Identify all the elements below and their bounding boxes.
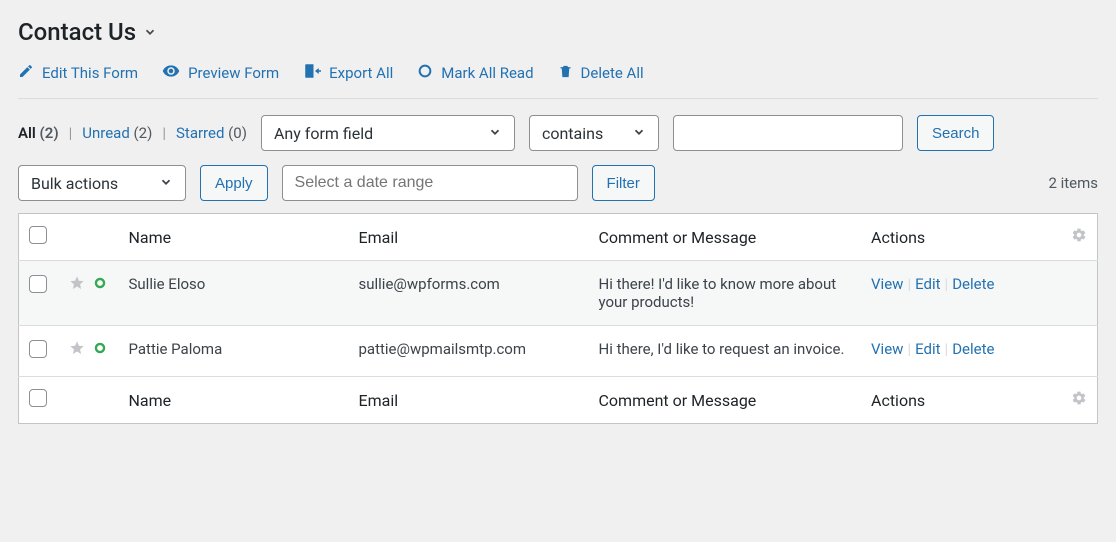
delete-all-link[interactable]: Delete All	[558, 62, 644, 84]
bulk-actions-value: Bulk actions	[31, 174, 118, 193]
col-email[interactable]: Email	[349, 214, 589, 261]
view-link[interactable]: View	[871, 340, 903, 358]
filter-all-count: (2)	[40, 124, 59, 142]
field-select-value: Any form field	[274, 124, 373, 143]
trash-icon	[558, 64, 573, 83]
items-count: 2 items	[1048, 174, 1098, 192]
select-all-checkbox-footer[interactable]	[29, 389, 47, 407]
separator: |	[162, 124, 166, 142]
chevron-down-icon	[488, 124, 502, 143]
view-link[interactable]: View	[871, 275, 903, 293]
entry-comment: Hi there! I'd like to know more about yo…	[589, 261, 862, 326]
entry-comment: Hi there, I'd like to request an invoice…	[589, 326, 862, 377]
delete-all-label: Delete All	[581, 64, 644, 82]
row-checkbox[interactable]	[29, 340, 47, 358]
mark-all-read-link[interactable]: Mark All Read	[417, 62, 533, 84]
filter-starred[interactable]: Starred (0)	[176, 124, 247, 142]
star-icon[interactable]	[69, 275, 85, 295]
bulk-actions-select[interactable]: Bulk actions	[18, 165, 186, 201]
entry-email: pattie@wpmailsmtp.com	[349, 326, 589, 377]
col-comment-footer[interactable]: Comment or Message	[589, 377, 862, 424]
condition-value: contains	[542, 124, 603, 143]
apply-button[interactable]: Apply	[200, 165, 268, 201]
gear-icon[interactable]	[1071, 228, 1087, 247]
chevron-down-icon	[632, 124, 646, 143]
unread-indicator-icon[interactable]	[93, 341, 107, 359]
eye-icon	[162, 62, 180, 84]
export-all-label: Export All	[329, 64, 393, 82]
col-comment[interactable]: Comment or Message	[589, 214, 862, 261]
preview-form-link[interactable]: Preview Form	[162, 62, 279, 84]
col-name-footer[interactable]: Name	[119, 377, 349, 424]
select-all-checkbox[interactable]	[29, 226, 47, 244]
entry-name: Sullie Eloso	[119, 261, 349, 326]
col-name[interactable]: Name	[119, 214, 349, 261]
filter-all-label: All	[18, 124, 36, 142]
mark-all-read-label: Mark All Read	[441, 64, 533, 82]
condition-select[interactable]: contains	[529, 115, 659, 151]
delete-link[interactable]: Delete	[952, 275, 994, 293]
filter-unread-label: Unread	[82, 124, 130, 142]
star-icon[interactable]	[69, 340, 85, 360]
circle-icon	[417, 63, 433, 83]
unread-indicator-icon[interactable]	[93, 276, 107, 294]
filter-unread-count: (2)	[134, 124, 153, 142]
filter-all[interactable]: All (2)	[18, 124, 59, 142]
col-actions-footer: Actions	[861, 377, 1061, 424]
chevron-down-icon	[159, 174, 173, 193]
edit-link[interactable]: Edit	[915, 340, 940, 358]
field-select[interactable]: Any form field	[261, 115, 515, 151]
pencil-icon	[18, 63, 34, 83]
date-range-input[interactable]	[282, 165, 578, 201]
entries-table: Name Email Comment or Message Actions Su…	[18, 213, 1098, 424]
col-actions: Actions	[861, 214, 1061, 261]
table-row: Sullie Eloso sullie@wpforms.com Hi there…	[19, 261, 1098, 326]
search-input[interactable]	[673, 115, 903, 151]
export-all-link[interactable]: Export All	[303, 62, 393, 84]
edit-link[interactable]: Edit	[915, 275, 940, 293]
edit-form-link[interactable]: Edit This Form	[18, 62, 138, 84]
edit-form-label: Edit This Form	[42, 64, 138, 82]
separator: |	[69, 124, 73, 142]
filter-button[interactable]: Filter	[592, 165, 655, 201]
delete-link[interactable]: Delete	[952, 340, 994, 358]
status-filters: All (2) | Unread (2) | Starred (0)	[18, 124, 247, 142]
filter-unread[interactable]: Unread (2)	[82, 124, 152, 142]
entry-name: Pattie Paloma	[119, 326, 349, 377]
gear-icon[interactable]	[1071, 391, 1087, 410]
filter-starred-count: (0)	[228, 124, 247, 142]
page-title: Contact Us	[18, 18, 136, 46]
export-icon	[303, 62, 321, 84]
search-button[interactable]: Search	[917, 115, 995, 151]
col-email-footer[interactable]: Email	[349, 377, 589, 424]
filter-starred-label: Starred	[176, 124, 224, 142]
row-checkbox[interactable]	[29, 275, 47, 293]
table-row: Pattie Paloma pattie@wpmailsmtp.com Hi t…	[19, 326, 1098, 377]
form-switcher-chevron-icon[interactable]	[142, 24, 158, 40]
preview-form-label: Preview Form	[188, 64, 279, 82]
entry-email: sullie@wpforms.com	[349, 261, 589, 326]
